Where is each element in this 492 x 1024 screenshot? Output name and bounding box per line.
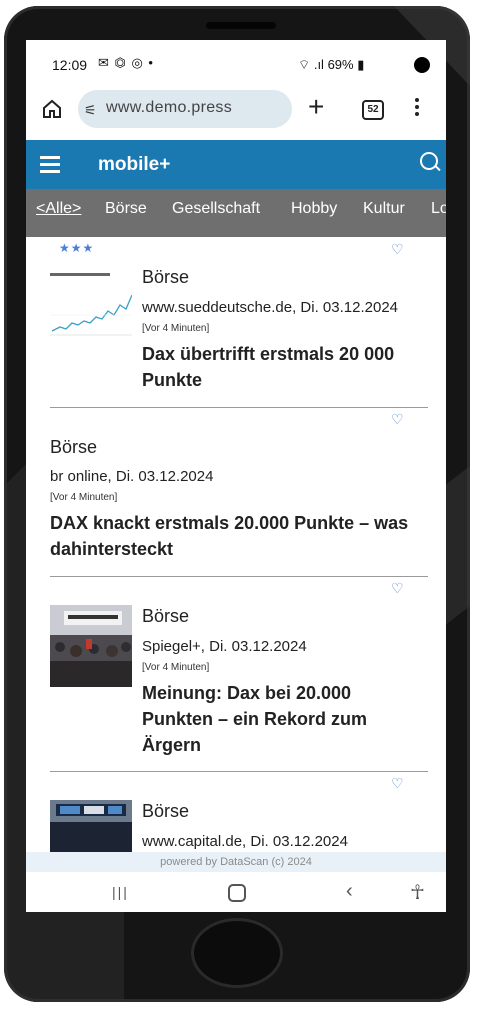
article-category: Börse — [142, 801, 190, 821]
home-icon[interactable] — [40, 97, 64, 121]
article-source[interactable]: br online, Di. 03.12.2024 — [50, 468, 213, 485]
screen: 12:09 ✉ ⏣ ◎ • ⌔ .ıl 69% ▮ ⚟ www.demo.pre… — [26, 40, 446, 912]
speaker — [206, 22, 276, 29]
battery-percent: 69% — [327, 57, 354, 72]
article-title[interactable]: DAX knackt erstmals 20.000 Punkte – was … — [50, 510, 410, 562]
tab-kultur[interactable]: Kultur — [363, 200, 405, 218]
tab-switcher-button[interactable]: 52 — [362, 100, 384, 120]
divider — [50, 771, 428, 772]
article-age: [Vor 4 Minuten] — [142, 323, 210, 334]
app-title: mobile+ — [98, 154, 171, 175]
rating-stars: ★★★ — [59, 241, 95, 255]
article-thumbnail[interactable] — [50, 265, 132, 347]
android-nav-bar: ||| ‹ ☥ — [26, 872, 446, 912]
signal-icon: ⌔ .ıl — [298, 57, 328, 72]
hardware-home-button[interactable] — [191, 918, 283, 988]
phone-frame: 12:09 ✉ ⏣ ◎ • ⌔ .ıl 69% ▮ ⚟ www.demo.pre… — [4, 6, 470, 1002]
tab-hobby[interactable]: Hobby — [291, 200, 337, 218]
article-source[interactable]: Spiegel+, Di. 03.12.2024 — [142, 638, 307, 655]
article-age: [Vor 4 Minuten] — [50, 492, 118, 503]
hamburger-icon[interactable] — [40, 156, 60, 174]
article-feed: ★★★ ♡ Börse www.sueddeutsche.de, Di. 03.… — [26, 237, 446, 852]
status-bar: 12:09 ✉ ⏣ ◎ • ⌔ .ıl 69% ▮ — [26, 40, 446, 84]
more-vert-icon[interactable] — [414, 98, 420, 120]
tab-alle[interactable]: <Alle> — [36, 200, 81, 218]
tab-lo[interactable]: Lo — [431, 200, 446, 218]
battery-icon: ▮ — [357, 57, 365, 72]
heart-icon[interactable]: ♡ — [391, 580, 404, 597]
article-thumbnail[interactable] — [50, 605, 132, 687]
tab-gesellschaft[interactable]: Gesellschaft — [172, 200, 260, 218]
new-tab-button[interactable]: + — [308, 92, 324, 122]
divider — [50, 407, 428, 408]
article-title[interactable]: Dax übertrifft erstmals 20 000 Punkte — [142, 341, 412, 393]
article-category: Börse — [50, 437, 98, 457]
search-icon[interactable] — [420, 152, 438, 170]
recents-icon[interactable]: ||| — [112, 884, 129, 900]
battery-status: ⌔ .ıl 69% ▮ — [298, 57, 364, 73]
article-source[interactable]: www.sueddeutsche.de, Di. 03.12.2024 — [142, 299, 398, 316]
nav-home-icon[interactable] — [228, 884, 246, 902]
browser-toolbar: ⚟ www.demo.press + 52 — [26, 84, 446, 140]
heart-icon[interactable]: ♡ — [391, 411, 404, 428]
article-category: Börse — [142, 606, 190, 626]
category-tabs: <Alle> Börse Gesellschaft Hobby Kultur L… — [26, 189, 446, 237]
url-text[interactable]: www.demo.press — [106, 99, 232, 117]
notification-icons: ✉ ⏣ ◎ • — [98, 55, 154, 70]
photo-thumbnail — [50, 800, 132, 852]
chart-thumbnail — [50, 265, 132, 347]
back-icon[interactable]: ‹ — [346, 880, 353, 903]
site-settings-icon[interactable]: ⚟ — [84, 102, 97, 119]
article-thumbnail[interactable] — [50, 800, 132, 852]
app-header: mobile+ — [26, 140, 446, 189]
heart-icon[interactable]: ♡ — [391, 241, 404, 258]
article-source[interactable]: www.capital.de, Di. 03.12.2024 — [142, 833, 348, 850]
accessibility-icon[interactable]: ☥ — [410, 880, 425, 905]
footer-credit: powered by DataScan (c) 2024 — [26, 852, 446, 872]
status-time: 12:09 — [52, 57, 88, 73]
heart-icon[interactable]: ♡ — [391, 775, 404, 792]
article-category: Börse — [142, 267, 190, 287]
article-age: [Vor 4 Minuten] — [142, 662, 210, 673]
photo-thumbnail — [50, 605, 132, 687]
tab-boerse[interactable]: Börse — [105, 200, 147, 218]
front-camera — [414, 57, 430, 73]
article-title[interactable]: Meinung: Dax bei 20.000 Punkten – ein Re… — [142, 680, 412, 758]
divider — [50, 576, 428, 577]
